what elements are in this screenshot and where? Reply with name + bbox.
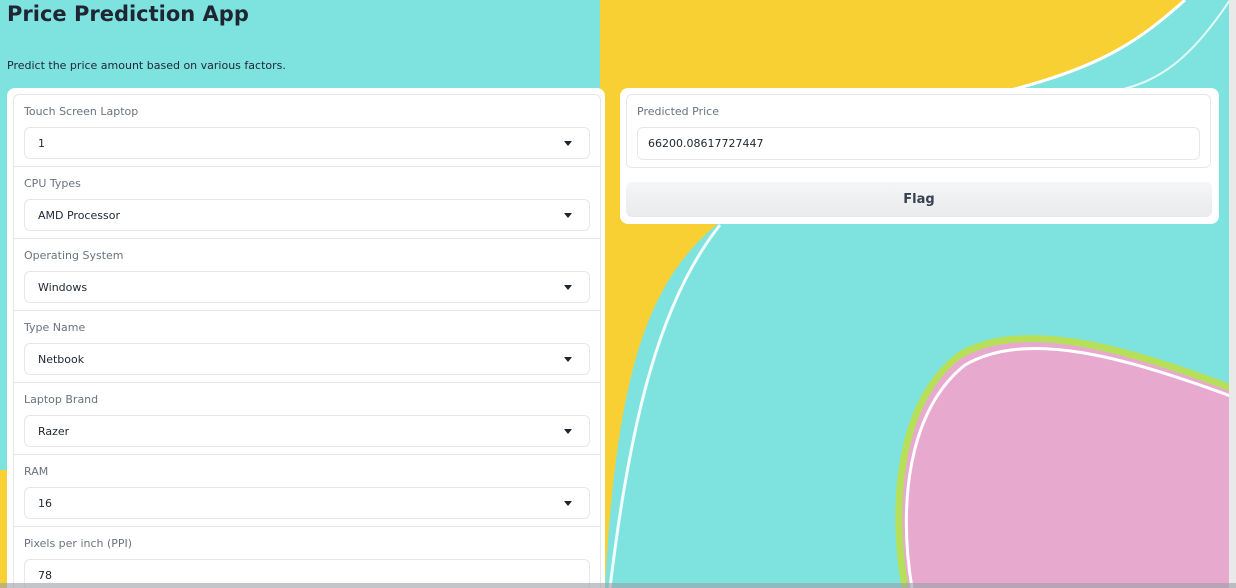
inputs-form: Touch Screen Laptop 1 CPU Types AMD Proc… [13,94,601,588]
inputs-panel: Touch Screen Laptop 1 CPU Types AMD Proc… [7,88,605,588]
vertical-scrollbar[interactable] [1229,0,1236,588]
field-label: Pixels per inch (PPI) [24,537,133,550]
dropdown-value: Windows [38,280,88,294]
page-title: Price Prediction App [7,2,249,26]
output-panel: Predicted Price 66200.08617727447 Flag [620,88,1219,224]
chevron-down-icon [564,356,572,362]
predicted-price-output: Predicted Price 66200.08617727447 [626,94,1211,168]
touch-screen-dropdown[interactable]: 1 [24,127,590,159]
field-ppi: Pixels per inch (PPI) 78 [14,527,600,588]
output-label: Predicted Price [637,105,719,118]
operating-system-dropdown[interactable]: Windows [24,271,590,303]
dropdown-value: Netbook [38,352,85,366]
field-label: Touch Screen Laptop [24,105,139,118]
field-label: CPU Types [24,177,81,190]
chevron-down-icon [564,284,572,290]
horizontal-scrollbar[interactable] [0,583,1236,588]
field-operating-system: Operating System Windows [14,239,600,311]
chevron-down-icon [564,500,572,506]
field-label: RAM [24,465,49,478]
field-label: Operating System [24,249,124,262]
field-type-name: Type Name Netbook [14,311,600,383]
dropdown-value: 1 [38,136,45,150]
dropdown-value: AMD Processor [38,208,120,222]
chevron-down-icon [564,428,572,434]
chevron-down-icon [564,140,572,146]
field-label: Type Name [24,321,86,334]
input-value: 78 [38,568,52,582]
predicted-price-field[interactable]: 66200.08617727447 [637,127,1200,160]
dropdown-value: 16 [38,496,52,510]
field-label: Laptop Brand [24,393,99,406]
ram-dropdown[interactable]: 16 [24,487,590,519]
field-laptop-brand: Laptop Brand Razer [14,383,600,455]
field-ram: RAM 16 [14,455,600,527]
page-description: Predict the price amount based on variou… [7,59,286,72]
type-name-dropdown[interactable]: Netbook [24,343,590,375]
cpu-types-dropdown[interactable]: AMD Processor [24,199,590,231]
laptop-brand-dropdown[interactable]: Razer [24,415,590,447]
dropdown-value: Razer [38,424,70,438]
field-touch-screen: Touch Screen Laptop 1 [14,95,600,167]
chevron-down-icon [564,212,572,218]
field-cpu-types: CPU Types AMD Processor [14,167,600,239]
flag-button[interactable]: Flag [626,182,1212,217]
